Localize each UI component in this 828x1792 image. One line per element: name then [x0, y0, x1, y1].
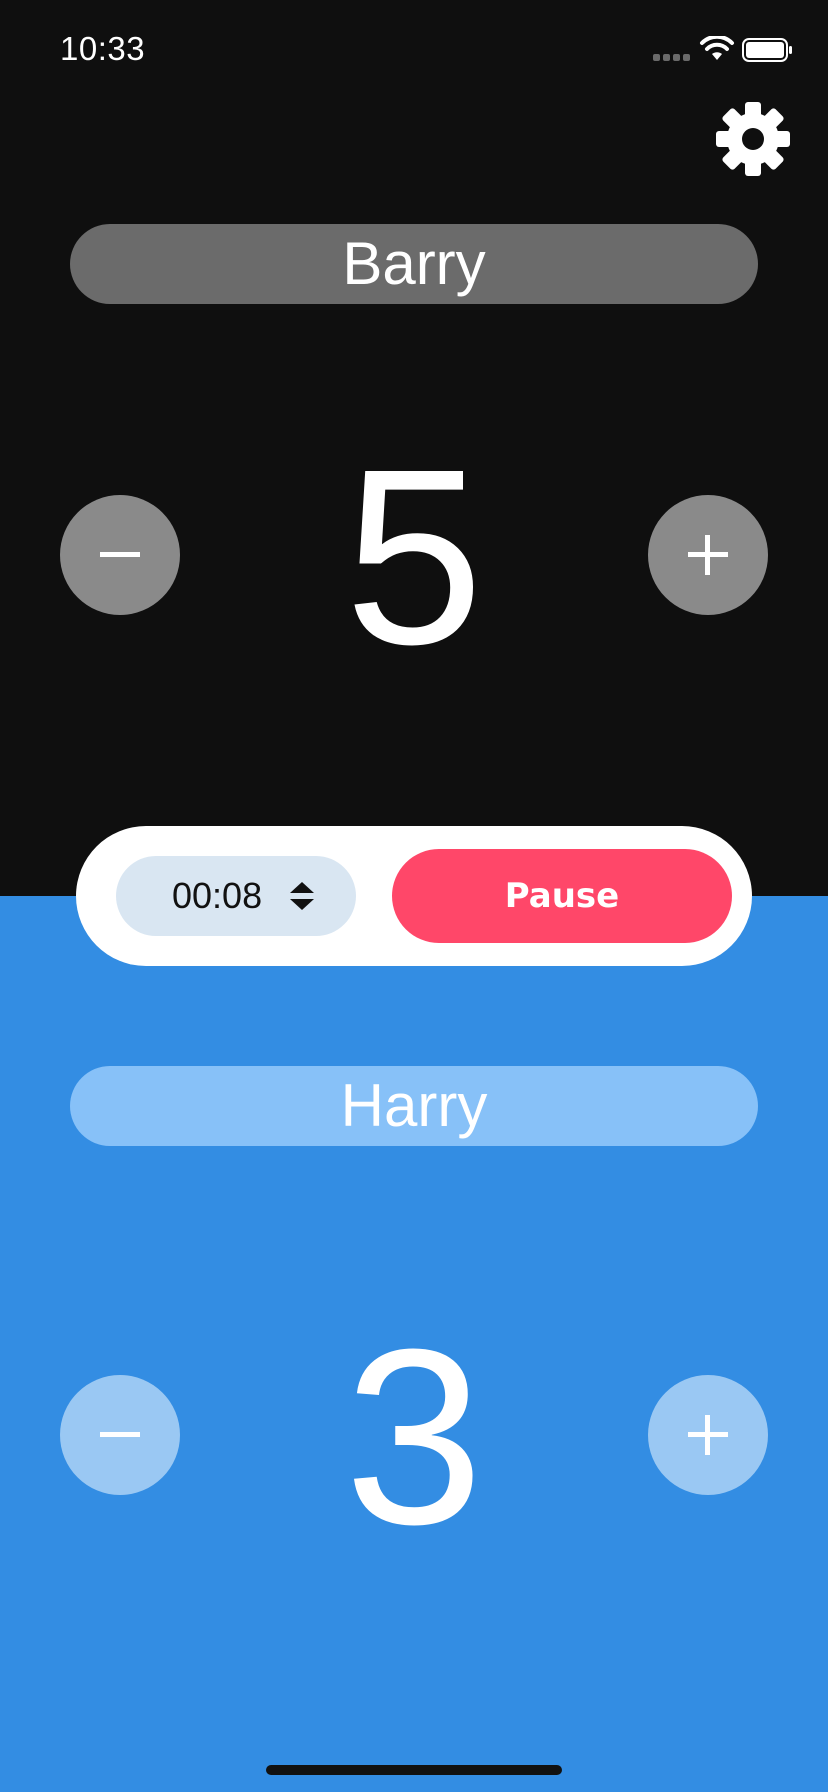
control-card: 00:08 Pause [76, 826, 752, 966]
wifi-icon [700, 36, 734, 60]
home-indicator [266, 1765, 562, 1775]
minus-icon [100, 1432, 140, 1437]
player-bottom-score: 3 [344, 1297, 484, 1576]
player-top-increment-button[interactable] [648, 495, 768, 615]
plus-icon [688, 1415, 728, 1455]
timer-picker[interactable]: 00:08 [116, 856, 356, 936]
minus-icon [100, 552, 140, 557]
player-top-score: 5 [344, 417, 484, 696]
cellular-dots-icon [653, 54, 690, 61]
sort-arrows-icon [290, 882, 314, 910]
pause-button[interactable]: Pause [392, 849, 732, 943]
player-bottom-name-input[interactable] [70, 1066, 758, 1146]
status-time: 10:33 [60, 30, 146, 67]
plus-icon [688, 535, 728, 575]
gear-icon [716, 102, 790, 176]
player-bottom-decrement-button[interactable] [60, 1375, 180, 1495]
player-bottom-increment-button[interactable] [648, 1375, 768, 1495]
player-top-name-input[interactable] [70, 224, 758, 304]
settings-button[interactable] [715, 101, 791, 177]
player-top-decrement-button[interactable] [60, 495, 180, 615]
timer-value: 00:08 [172, 875, 263, 916]
battery-icon [742, 38, 792, 62]
